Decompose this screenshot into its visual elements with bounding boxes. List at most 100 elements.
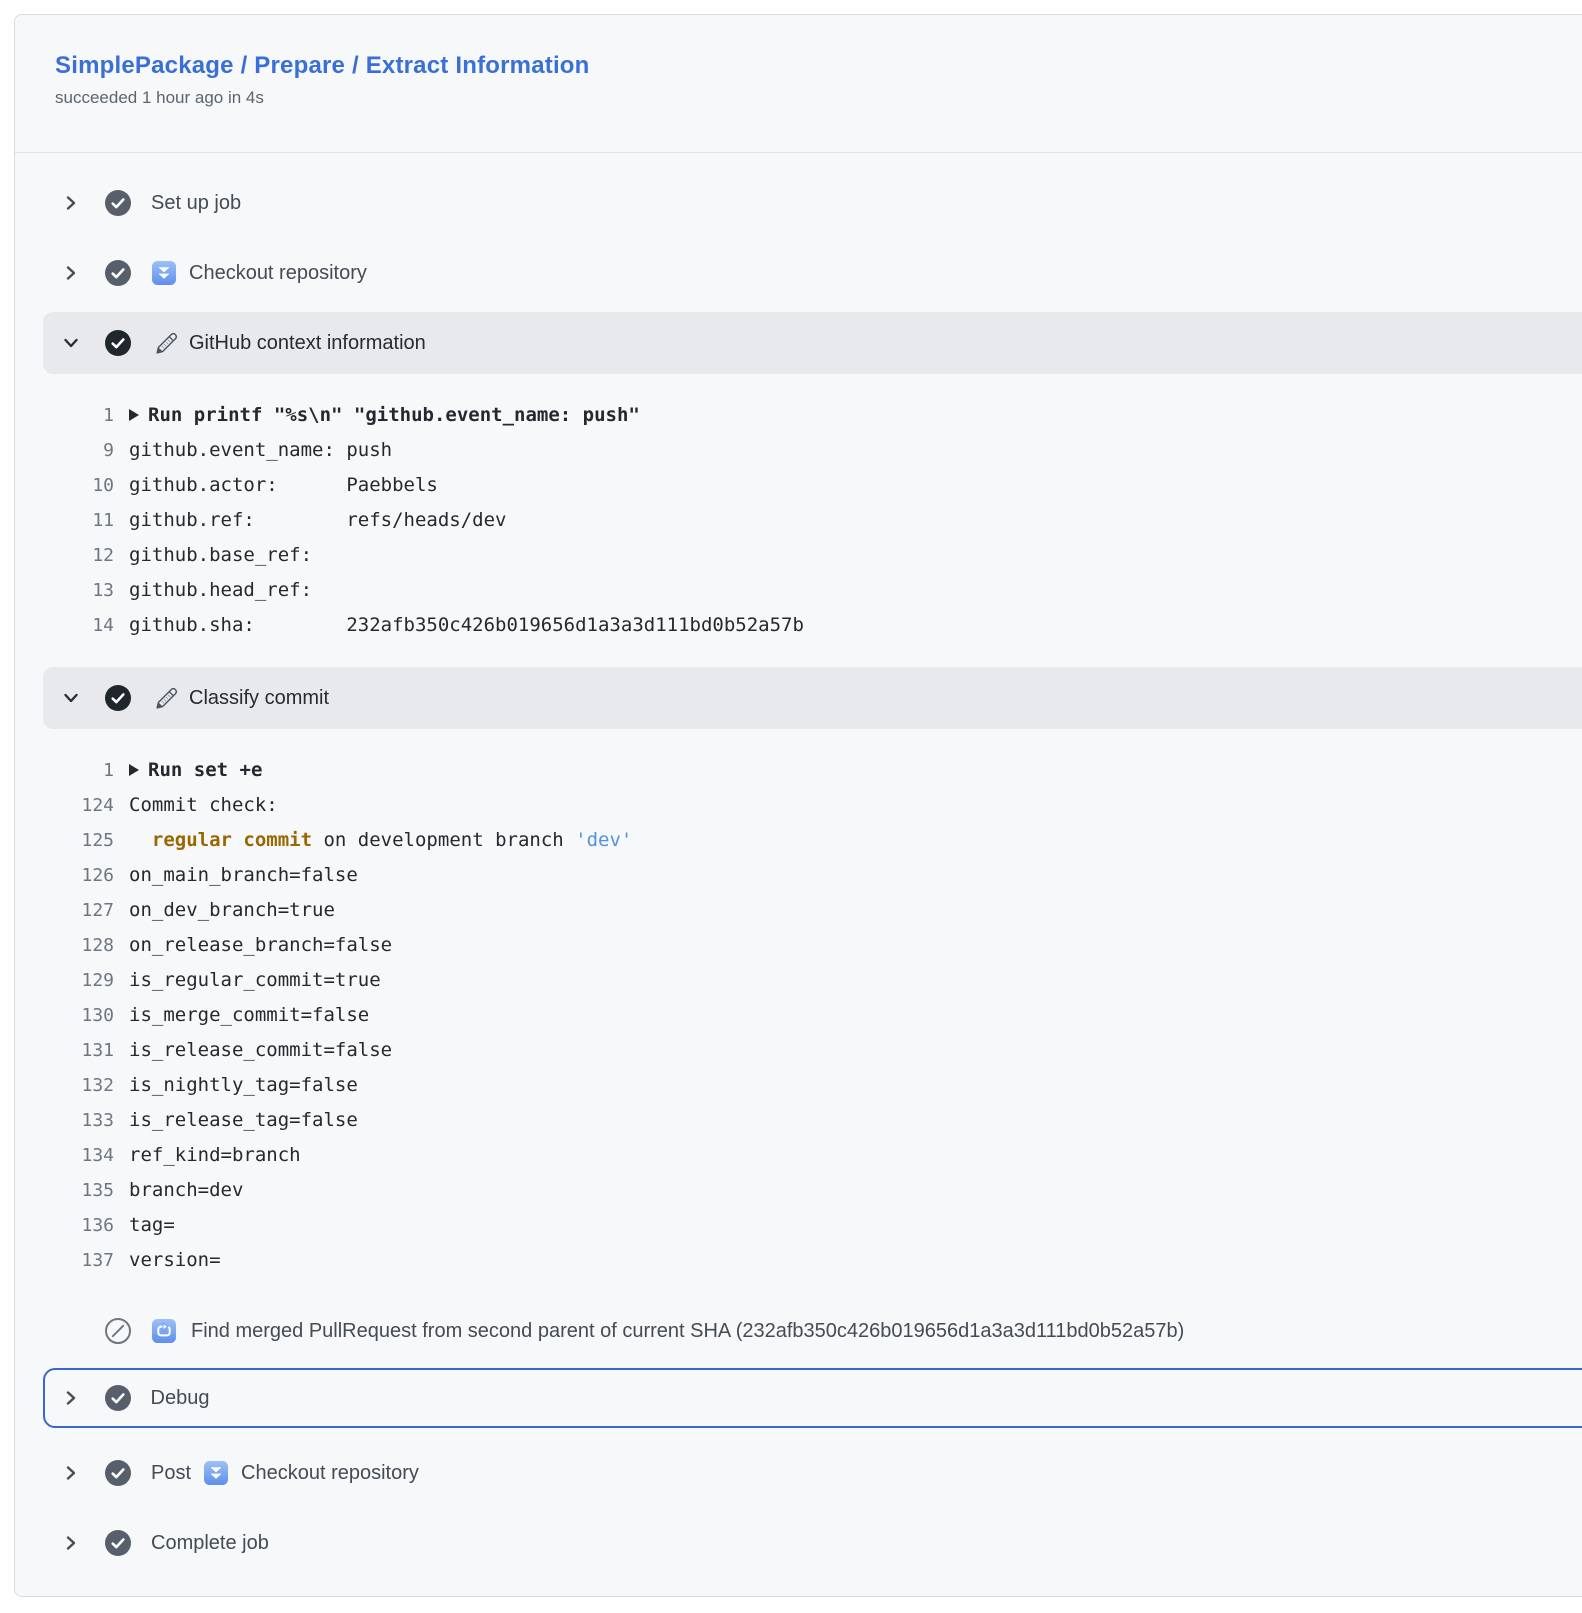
log-line-text: is_nightly_tag=false <box>129 1068 358 1103</box>
step-label: Checkout repository <box>189 262 367 285</box>
log-classify-commit: 1Run set +e124Commit check:125 regular c… <box>15 737 1582 1296</box>
log-line-number[interactable]: 127 <box>15 893 114 928</box>
log-github-context: 1 Run printf "%s\n" "github.event_name: p… <box>15 382 1582 663</box>
log-line-text: github.sha: 232afb350c426b019656d1a3a3d1… <box>129 608 804 643</box>
log-line-text: Run printf "%s\n" "github.event_name: pu… <box>129 398 640 433</box>
job-header: SimplePackage / Prepare / Extract Inform… <box>15 15 1582 153</box>
log-line-number[interactable]: 124 <box>15 788 114 823</box>
log-line-number[interactable]: 131 <box>15 1033 114 1068</box>
step-row-set-up-job[interactable]: Set up job <box>15 168 1582 238</box>
log-line-number[interactable]: 13 <box>15 573 114 608</box>
success-check-icon <box>104 1459 132 1487</box>
log-line: 126 on_main_branch=false <box>15 858 1582 893</box>
log-line-text: regular commit on development branch 'de… <box>129 823 632 858</box>
job-status-summary: succeeded 1 hour ago in 4s <box>55 88 1582 108</box>
log-line: 124 Commit check: <box>15 788 1582 823</box>
log-line-number[interactable]: 9 <box>15 433 114 468</box>
log-line-text: on_main_branch=false <box>129 858 358 893</box>
log-line-number[interactable]: 1 <box>15 398 114 433</box>
log-line-number[interactable]: 137 <box>15 1243 114 1278</box>
log-line-text: is_merge_commit=false <box>129 998 369 1033</box>
step-label: Complete job <box>151 1532 269 1555</box>
log-line: 1 Run set +e <box>15 753 1582 788</box>
step-label-prefix: Post <box>151 1462 191 1485</box>
steps-list: Set up job Checkout repository <box>15 153 1582 1578</box>
chevron-right-icon[interactable] <box>61 1463 81 1483</box>
step-row-complete-job[interactable]: Complete job <box>15 1508 1582 1578</box>
log-line-number[interactable]: 136 <box>15 1208 114 1243</box>
pencil-icon <box>154 686 179 711</box>
step-label: GitHub context information <box>189 332 426 355</box>
log-line-number[interactable]: 12 <box>15 538 114 573</box>
log-line-number[interactable]: 14 <box>15 608 114 643</box>
step-label: Debug <box>151 1387 210 1410</box>
step-row-debug[interactable]: Debug <box>43 1368 1582 1428</box>
log-line-text: Commit check: <box>129 788 278 823</box>
log-line: 130 is_merge_commit=false <box>15 998 1582 1033</box>
log-line: 137 version= <box>15 1243 1582 1278</box>
log-line: 11 github.ref: refs/heads/dev <box>15 503 1582 538</box>
log-line-text: tag= <box>129 1208 175 1243</box>
success-check-icon <box>104 1529 132 1557</box>
log-line: 129 is_regular_commit=true <box>15 963 1582 998</box>
chevron-down-icon[interactable] <box>61 688 81 708</box>
log-line-number[interactable]: 132 <box>15 1068 114 1103</box>
step-label: Classify commit <box>189 687 329 710</box>
log-line-text: ref_kind=branch <box>129 1138 301 1173</box>
log-line-text: branch=dev <box>129 1173 243 1208</box>
log-line-number[interactable]: 130 <box>15 998 114 1033</box>
job-title: SimplePackage / Prepare / Extract Inform… <box>55 51 1582 81</box>
log-line-text: Run set +e <box>129 753 262 788</box>
skipped-icon <box>104 1317 132 1345</box>
expand-group-icon[interactable] <box>129 409 139 421</box>
log-line: 132 is_nightly_tag=false <box>15 1068 1582 1103</box>
success-check-icon <box>104 189 132 217</box>
repeat-action-icon <box>151 1318 177 1344</box>
log-line-number[interactable]: 11 <box>15 503 114 538</box>
success-check-icon <box>104 329 132 357</box>
success-check-icon <box>104 684 132 712</box>
log-line-text: is_regular_commit=true <box>129 963 381 998</box>
log-line: 12github.base_ref: <box>15 538 1582 573</box>
log-line-text: on_release_branch=false <box>129 928 392 963</box>
log-line-text: version= <box>129 1243 221 1278</box>
success-check-icon <box>104 259 132 287</box>
step-row-post-checkout-repository[interactable]: Post Checkout repository <box>15 1438 1582 1508</box>
log-line: 135 branch=dev <box>15 1173 1582 1208</box>
log-line-text: github.ref: refs/heads/dev <box>129 503 507 538</box>
success-check-icon <box>104 1384 132 1412</box>
log-line-number[interactable]: 128 <box>15 928 114 963</box>
log-line-number[interactable]: 129 <box>15 963 114 998</box>
log-line: 133is_release_tag=false <box>15 1103 1582 1138</box>
chevron-right-icon[interactable] <box>61 1388 81 1408</box>
chevron-right-icon[interactable] <box>61 1533 81 1553</box>
log-line-number[interactable]: 10 <box>15 468 114 503</box>
expand-group-icon[interactable] <box>129 764 139 776</box>
log-line: 1 Run printf "%s\n" "github.event_name: p… <box>15 398 1582 433</box>
log-line: 13github.head_ref: <box>15 573 1582 608</box>
log-line: 127on_dev_branch=true <box>15 893 1582 928</box>
chevron-right-icon[interactable] <box>61 263 81 283</box>
log-line: 128 on_release_branch=false <box>15 928 1582 963</box>
chevron-down-icon[interactable] <box>61 333 81 353</box>
step-row-find-merged-pullrequest: Find merged PullRequest from second pare… <box>15 1296 1582 1366</box>
log-line-number[interactable]: 134 <box>15 1138 114 1173</box>
checkout-action-icon <box>203 1460 229 1486</box>
step-label: Find merged PullRequest from second pare… <box>191 1320 1184 1343</box>
job-log-panel: SimplePackage / Prepare / Extract Inform… <box>14 14 1582 1597</box>
log-line: 125 regular commit on development branch… <box>15 823 1582 858</box>
log-line-text: github.event_name: push <box>129 433 392 468</box>
step-row-checkout-repository[interactable]: Checkout repository <box>15 238 1582 308</box>
log-line-number[interactable]: 133 <box>15 1103 114 1138</box>
log-line: 10github.actor: Paebbels <box>15 468 1582 503</box>
log-line: 14 github.sha: 232afb350c426b019656d1a3a3… <box>15 608 1582 643</box>
log-line-number[interactable]: 1 <box>15 753 114 788</box>
chevron-right-icon[interactable] <box>61 193 81 213</box>
log-line-number[interactable]: 126 <box>15 858 114 893</box>
step-header-classify-commit[interactable]: Classify commit <box>43 667 1582 729</box>
step-label: Set up job <box>151 192 241 215</box>
log-line-number[interactable]: 135 <box>15 1173 114 1208</box>
checkout-action-icon <box>151 260 177 286</box>
step-header-github-context-information[interactable]: GitHub context information <box>43 312 1582 374</box>
log-line-number[interactable]: 125 <box>15 823 114 858</box>
